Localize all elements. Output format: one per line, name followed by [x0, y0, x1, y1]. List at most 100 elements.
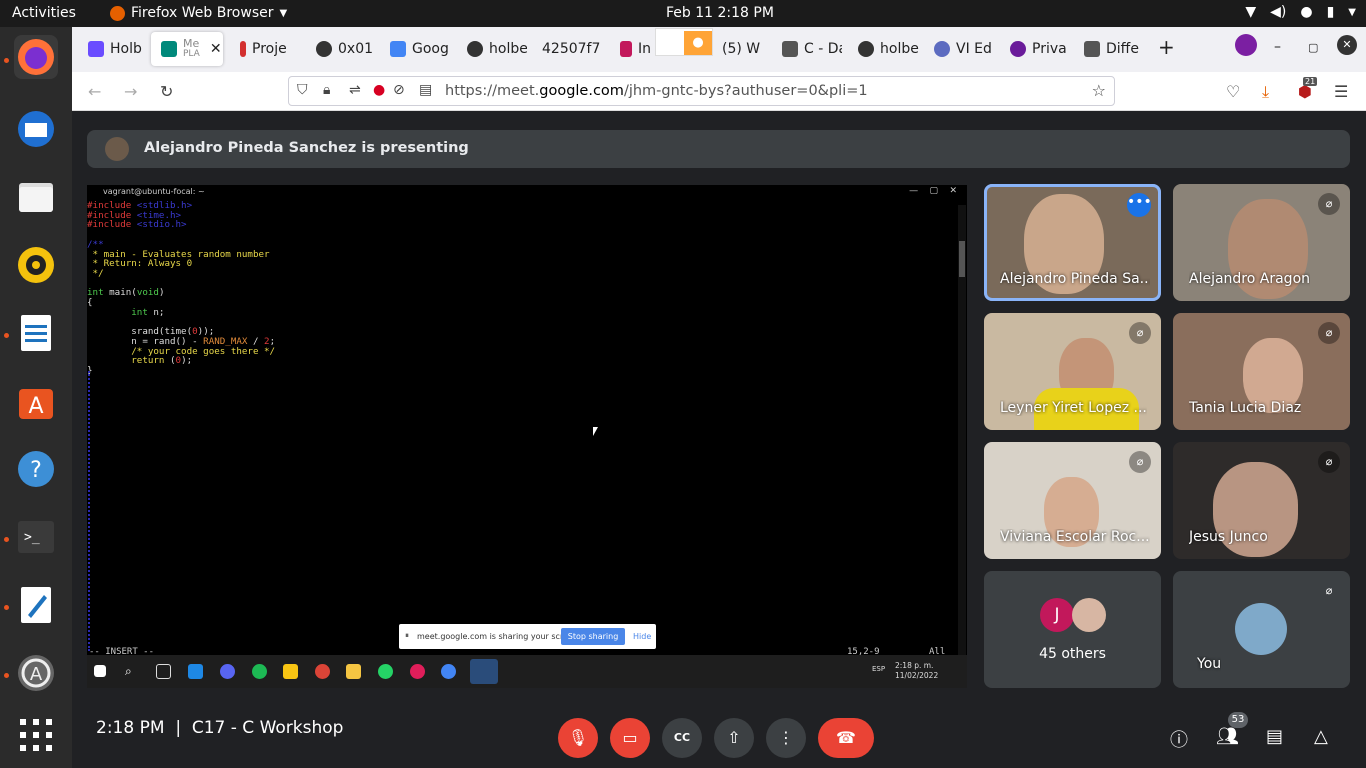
participant-tile[interactable]: ⌀ Leyner Yiret Lopez ... — [984, 313, 1161, 430]
participant-tile[interactable]: ⌀ Tania Lucia Diaz — [1173, 313, 1350, 430]
tab-5[interactable]: Goog — [380, 32, 450, 66]
sticky-notes-icon[interactable] — [283, 664, 298, 679]
close-tab-icon[interactable]: ✕ — [210, 41, 222, 57]
system-tray[interactable]: ▼ ◀) ● ▮ ▼ — [1245, 4, 1356, 20]
reader-view-icon[interactable]: ▤ — [419, 82, 432, 98]
hide-button[interactable]: Hide — [633, 632, 651, 641]
participant-tile[interactable]: ⌀ Jesus Junco — [1173, 442, 1350, 559]
others-tile[interactable]: J 45 others — [984, 571, 1161, 688]
present-screen-button[interactable]: ⇧ — [714, 718, 754, 758]
stop-sharing-button[interactable]: Stop sharing — [561, 628, 625, 645]
shield-icon[interactable]: ⛉ — [297, 82, 308, 98]
chrome-icon[interactable] — [315, 664, 330, 679]
rhythmbox-icon — [18, 247, 54, 283]
app-menu[interactable]: Firefox Web Browser ▼ — [110, 5, 287, 21]
rhythmbox-dock-icon[interactable] — [14, 243, 58, 287]
pocket-icon[interactable]: ♡ — [1226, 82, 1240, 101]
presenting-banner: Alejandro Pineda Sanchez is presenting — [87, 130, 1350, 168]
participant-tile[interactable]: ⌀ Alejandro Aragon — [1173, 184, 1350, 301]
tab-13[interactable]: Priva — [1000, 32, 1070, 66]
slack-icon[interactable] — [410, 664, 425, 679]
tab-active[interactable]: Me​ PLA ✕ — [151, 32, 223, 66]
people-button[interactable]: 👥︎ — [1216, 726, 1239, 747]
leave-call-button[interactable]: ☎︎ — [818, 718, 874, 758]
tab-10[interactable]: C - Da — [772, 32, 842, 66]
clock[interactable]: Feb 11 2:18 PM — [666, 5, 774, 21]
mic-muted-icon: ⌀ — [1318, 451, 1340, 473]
files-dock-icon[interactable] — [14, 175, 58, 219]
windows-taskbar: ⌕ ESP 2:18 p. m. 11/02/2022 — [87, 655, 967, 688]
back-button[interactable]: ← — [88, 82, 101, 101]
tab-12[interactable]: VI Ed — [924, 32, 994, 66]
tab-8[interactable]: In — [610, 32, 656, 66]
permissions-icon[interactable]: ⇌ — [349, 82, 361, 98]
self-tile[interactable]: ⌀ You — [1173, 571, 1350, 688]
lock-icon[interactable]: 🔒︎ — [323, 82, 330, 98]
microphone-permission-icon[interactable]: ● — [373, 82, 385, 98]
show-applications-button[interactable] — [14, 713, 58, 757]
firefox-dock-icon[interactable] — [14, 35, 58, 79]
tab-14[interactable]: Diffe — [1074, 32, 1146, 66]
bookmark-star-icon[interactable]: ☆ — [1092, 81, 1106, 100]
vim-icon — [934, 41, 950, 57]
terminal-taskbar-icon[interactable] — [470, 659, 498, 684]
mic-muted-icon: ⌀ — [1318, 322, 1340, 344]
downloads-icon[interactable]: ⤓ — [1262, 82, 1269, 102]
tab-4[interactable]: 0x01 — [306, 32, 376, 66]
activities-button[interactable]: Activities — [12, 5, 76, 21]
tab-3[interactable]: Proje — [230, 32, 300, 66]
github-icon — [467, 41, 483, 57]
terminal-dock-icon[interactable]: >_ — [14, 515, 58, 559]
url-bar[interactable]: ⛉ 🔒︎ ⇌ ● ⊘ ▤ https://meet.google.com/jhm… — [288, 76, 1115, 106]
terminal-scrollbar[interactable] — [958, 205, 966, 665]
file-explorer-icon[interactable] — [346, 664, 361, 679]
private-browsing-icon — [1235, 34, 1257, 56]
running-indicator — [4, 673, 9, 678]
toggle-microphone-button[interactable]: 🎙︎ — [558, 718, 598, 758]
tab-7[interactable]: 42507f7 — [532, 32, 606, 66]
thunderbird-dock-icon[interactable] — [14, 107, 58, 151]
svg-text:A: A — [28, 394, 43, 419]
tab-1[interactable]: Holb — [78, 32, 144, 66]
tab-6[interactable]: holbe — [457, 32, 527, 66]
favicon-icon — [240, 41, 246, 57]
close-window-button[interactable]: ✕ — [1337, 35, 1357, 55]
github-icon — [858, 41, 874, 57]
whatsapp-icon[interactable] — [378, 664, 393, 679]
minimize-button[interactable]: – — [1274, 39, 1281, 55]
task-view-icon[interactable] — [156, 664, 171, 679]
participant-tile[interactable]: ••• Alejandro Pineda Sa... — [984, 184, 1161, 301]
participant-tile[interactable]: ⌀ Viviana Escolar Roc... — [984, 442, 1161, 559]
chat-button[interactable]: ▤ — [1266, 726, 1283, 747]
software-dock-icon[interactable]: A — [14, 379, 58, 423]
meeting-details-button[interactable]: ⓘ — [1170, 726, 1188, 752]
reload-button[interactable]: ↻ — [160, 82, 173, 101]
mic-in-use-indicator[interactable]: ● — [655, 28, 713, 56]
windows-start-icon[interactable] — [94, 665, 106, 677]
more-options-button[interactable]: ⋮ — [766, 718, 806, 758]
menu-icon[interactable]: ☰ — [1334, 82, 1348, 101]
thunderbird-icon — [18, 111, 54, 147]
spotify-icon[interactable] — [252, 664, 267, 679]
help-dock-icon[interactable]: ? — [14, 447, 58, 491]
activities-button[interactable]: △ — [1314, 726, 1328, 747]
writer-dock-icon[interactable] — [14, 311, 58, 355]
new-tab-button[interactable]: + — [1158, 35, 1175, 59]
tab-9[interactable]: (5) W — [712, 32, 772, 66]
forward-button[interactable]: → — [124, 82, 137, 101]
camera-blocked-icon[interactable]: ⊘ — [393, 82, 405, 98]
tab-11[interactable]: holbe — [848, 32, 920, 66]
toggle-camera-button[interactable]: ▭ — [610, 718, 650, 758]
discord-icon[interactable] — [220, 664, 235, 679]
captions-button[interactable]: CC — [662, 718, 702, 758]
more-options-icon[interactable]: ••• — [1127, 193, 1152, 217]
update-dock-icon[interactable]: A — [14, 651, 58, 695]
text-editor-dock-icon[interactable] — [14, 583, 58, 627]
vscode-icon[interactable] — [188, 664, 203, 679]
gmail-icon — [620, 41, 632, 57]
code-editor: #include <stdlib.h> #include <time.h> #i… — [87, 200, 276, 376]
maximize-button[interactable]: ▢ — [1308, 41, 1318, 54]
url-text[interactable]: https://meet.google.com/jhm-gntc-bys?aut… — [445, 83, 868, 99]
search-icon[interactable]: ⌕ — [125, 664, 140, 679]
chrome-profile-icon[interactable] — [441, 664, 456, 679]
